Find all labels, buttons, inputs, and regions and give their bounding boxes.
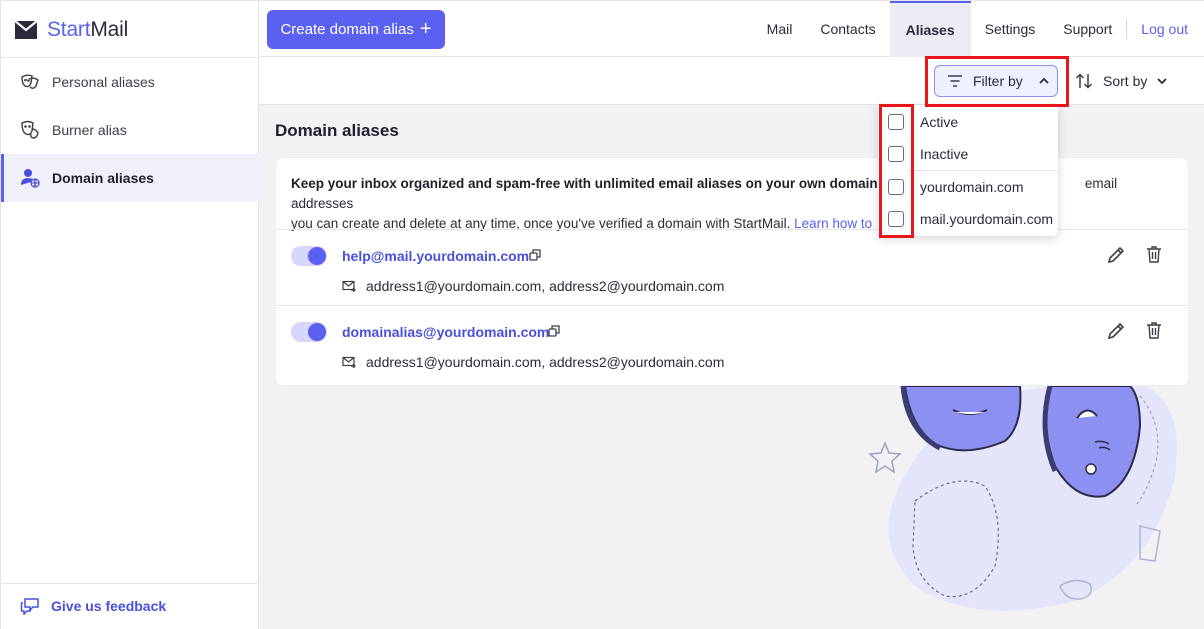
- masks-illustration: [868, 386, 1177, 611]
- nav-mail[interactable]: Mail: [753, 1, 807, 57]
- sidebar-item-domain-aliases[interactable]: Domain aliases: [1, 154, 259, 202]
- trash-icon[interactable]: [1146, 245, 1162, 263]
- sidebar: StartMail Personal aliases Burner alias …: [0, 0, 259, 629]
- trash-icon[interactable]: [1146, 321, 1162, 339]
- envelope-logo-icon: [15, 21, 37, 39]
- forward-info: address1@yourdomain.com, address2@yourdo…: [342, 278, 724, 294]
- top-bar: Create domain alias + Mail Contacts Alia…: [259, 0, 1204, 57]
- filter-by-label: Filter by: [973, 73, 1023, 89]
- alias-address[interactable]: domainalias@yourdomain.com: [342, 324, 549, 340]
- filter-option-label: Inactive: [920, 146, 969, 162]
- filter-icon: [948, 75, 962, 87]
- domain-user-icon: [21, 169, 40, 188]
- sort-by-label: Sort by: [1103, 73, 1148, 89]
- checkbox[interactable]: [888, 146, 904, 162]
- alias-active-toggle[interactable]: [291, 246, 327, 266]
- sidebar-item-label: Personal aliases: [52, 74, 155, 90]
- forward-mail-icon: [342, 356, 356, 368]
- forward-addresses: address1@yourdomain.com, address2@yourdo…: [366, 354, 725, 370]
- masks-icon: [21, 74, 39, 89]
- filter-option-inactive[interactable]: Inactive: [878, 138, 1058, 170]
- alias-row: help@mail.yourdomain.com address1@yourdo…: [276, 230, 1188, 306]
- checkbox[interactable]: [888, 211, 904, 227]
- logout-link[interactable]: Log out: [1127, 1, 1204, 57]
- sort-arrows-icon: [1075, 73, 1093, 89]
- filter-option-label: yourdomain.com: [920, 179, 1024, 195]
- create-domain-alias-label: Create domain alias: [280, 21, 414, 38]
- filter-by-button[interactable]: Filter by: [934, 65, 1058, 97]
- feedback-label: Give us feedback: [51, 598, 167, 614]
- alias-row: domainalias@yourdomain.com address1@your…: [276, 306, 1188, 382]
- checkbox[interactable]: [888, 114, 904, 130]
- nav-contacts[interactable]: Contacts: [806, 1, 889, 57]
- filter-option-active[interactable]: Active: [878, 106, 1058, 138]
- alias-active-toggle[interactable]: [291, 322, 327, 342]
- toggle-knob: [308, 323, 326, 341]
- sidebar-item-label: Burner alias: [52, 122, 127, 138]
- checkbox[interactable]: [888, 179, 904, 195]
- plus-icon: +: [419, 17, 432, 40]
- sort-by-button[interactable]: Sort by: [1075, 65, 1167, 97]
- toggle-knob: [308, 247, 326, 265]
- forward-info: address1@yourdomain.com, address2@yourdo…: [342, 354, 724, 370]
- filter-dropdown: Active Inactive yourdomain.com mail.your…: [878, 105, 1058, 236]
- alias-address[interactable]: help@mail.yourdomain.com: [342, 248, 529, 264]
- nav-aliases[interactable]: Aliases: [889, 1, 971, 57]
- sidebar-item-burner-alias[interactable]: Burner alias: [1, 106, 259, 154]
- feedback-link[interactable]: Give us feedback: [20, 597, 166, 615]
- copy-icon[interactable]: [529, 249, 541, 261]
- sidebar-item-personal-aliases[interactable]: Personal aliases: [1, 58, 259, 106]
- sidebar-item-label: Domain aliases: [52, 170, 154, 186]
- pencil-icon[interactable]: [1106, 321, 1126, 341]
- sidebar-footer-divider: [1, 583, 258, 584]
- create-domain-alias-button[interactable]: Create domain alias +: [267, 10, 445, 49]
- filter-option-label: mail.yourdomain.com: [920, 211, 1054, 227]
- toolbar: Filter by Sort by: [259, 57, 1204, 105]
- chevron-up-icon: [1039, 77, 1049, 84]
- logo[interactable]: StartMail: [15, 15, 128, 45]
- chat-bubbles-icon: [20, 598, 39, 615]
- filter-option-label: Active: [920, 114, 959, 130]
- page-title: Domain aliases: [275, 121, 399, 140]
- intro-bold: Keep your inbox organized and spam-free …: [291, 176, 882, 191]
- main-nav: Mail Contacts Aliases Settings Support L…: [753, 1, 1204, 57]
- copy-icon[interactable]: [548, 325, 560, 337]
- chevron-down-icon: [1157, 78, 1167, 85]
- filter-option-mail-yourdomain[interactable]: mail.yourdomain.com: [878, 203, 1058, 235]
- forward-addresses: address1@yourdomain.com, address2@yourdo…: [366, 278, 725, 294]
- nav-support[interactable]: Support: [1049, 1, 1126, 57]
- nav-settings[interactable]: Settings: [971, 1, 1050, 57]
- filter-option-yourdomain[interactable]: yourdomain.com: [878, 171, 1058, 203]
- pencil-icon[interactable]: [1106, 245, 1126, 265]
- burner-mask-icon: [21, 120, 39, 139]
- forward-mail-icon: [342, 280, 356, 292]
- logo-text: StartMail: [47, 18, 129, 41]
